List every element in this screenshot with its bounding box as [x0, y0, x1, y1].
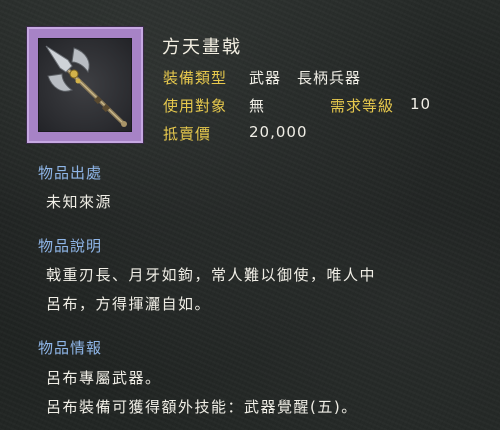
sell-price-value: 20,000: [249, 123, 308, 141]
equip-type-label: 裝備類型: [163, 69, 228, 87]
equip-type-value: 武器 長柄兵器: [249, 69, 362, 87]
item-icon-slot: [38, 38, 132, 132]
sell-price-label: 抵賣價: [163, 125, 212, 143]
info-line: 呂布裝備可獲得額外技能：武器覺醒(五)。: [46, 398, 358, 416]
info-line: 呂布專屬武器。: [46, 369, 162, 387]
item-tooltip-panel: 方天畫戟 裝備類型 武器 長柄兵器 使用對象 無 需求等級 10 抵賣價 20,…: [0, 0, 500, 430]
item-icon-frame: [27, 27, 143, 143]
halberd-icon: [45, 45, 127, 127]
origin-line: 未知來源: [46, 193, 113, 211]
description-line: 戟重刃長、月牙如鉤，常人難以御使，唯人中: [46, 266, 377, 284]
info-section-title: 物品情報: [38, 339, 103, 357]
required-level-label: 需求等級: [330, 97, 395, 115]
origin-section-title: 物品出處: [38, 164, 103, 182]
use-target-value: 無: [249, 97, 266, 115]
item-name: 方天畫戟: [162, 37, 242, 58]
required-level-value: 10: [410, 95, 432, 113]
use-target-label: 使用對象: [163, 97, 228, 115]
description-section-title: 物品說明: [38, 237, 103, 255]
description-line: 呂布，方得揮灑自如。: [46, 295, 212, 313]
